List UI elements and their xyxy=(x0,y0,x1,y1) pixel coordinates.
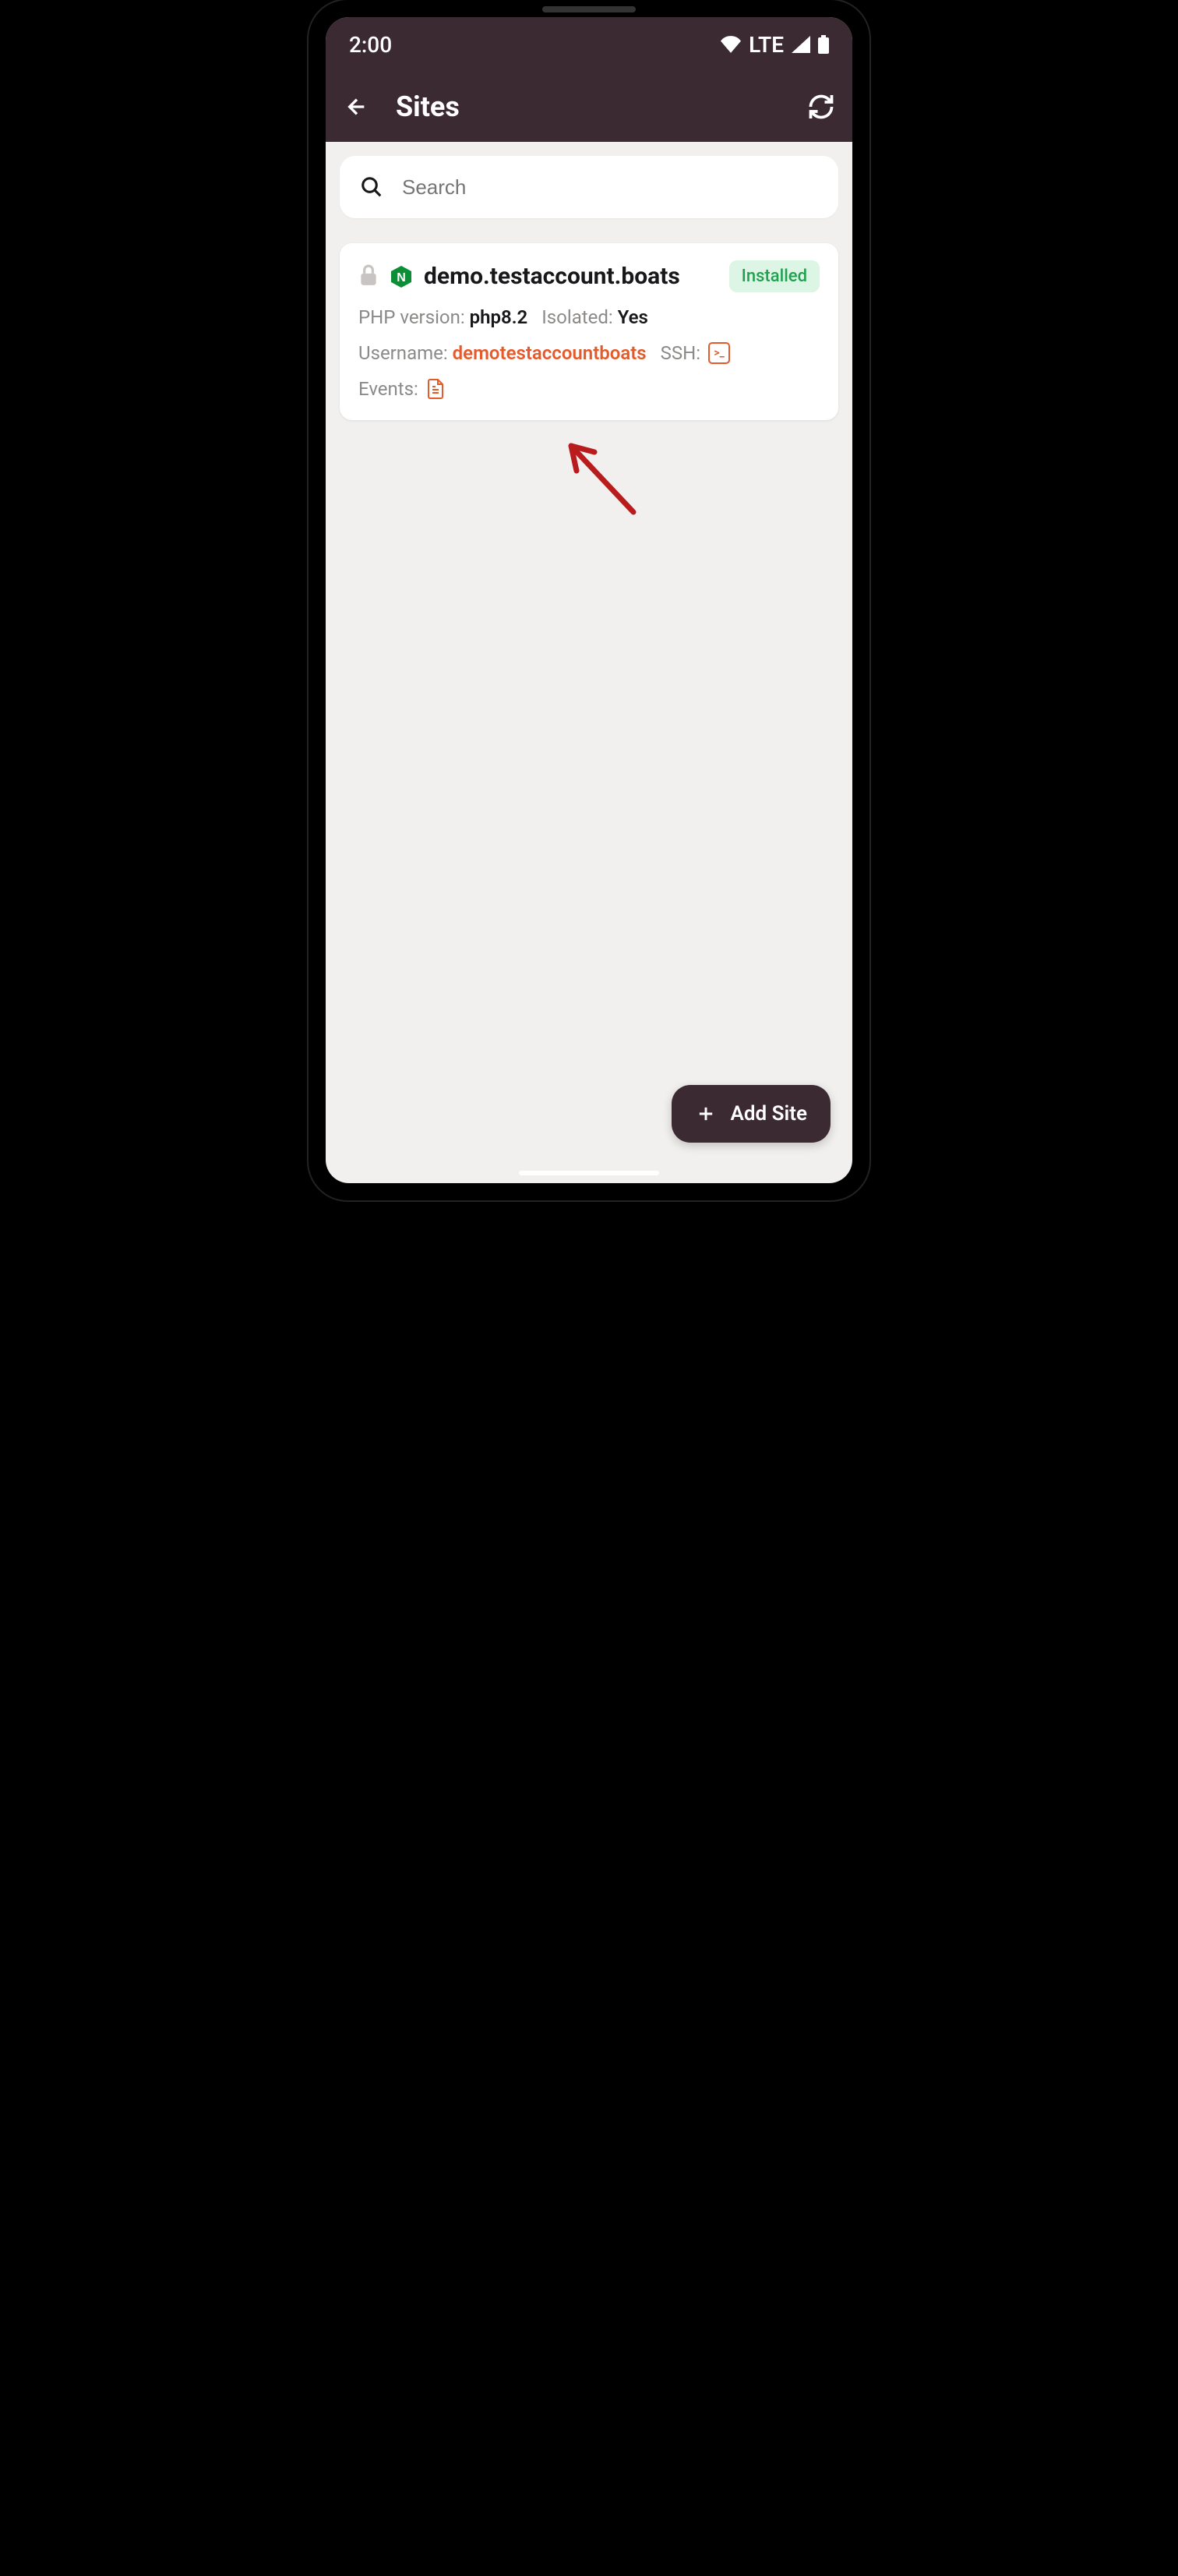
page-title: Sites xyxy=(396,90,806,123)
isolated-label: Isolated: xyxy=(541,306,612,328)
annotation-arrow xyxy=(559,438,653,532)
nginx-icon: N xyxy=(390,265,413,288)
screen: 2:00 LTE Sites xyxy=(326,17,852,1183)
ssh-label: SSH: xyxy=(661,342,700,364)
svg-text:N: N xyxy=(397,271,406,284)
site-row-2: Username: demotestaccountboats SSH: >_ xyxy=(358,342,820,364)
isolated-value: Yes xyxy=(618,306,648,328)
username-label: Username: xyxy=(358,342,448,364)
status-indicators: LTE xyxy=(721,32,829,58)
site-row-1: PHP version: php8.2 Isolated: Yes xyxy=(358,306,820,328)
plus-icon xyxy=(695,1103,717,1125)
phone-frame: 2:00 LTE Sites xyxy=(309,0,869,1200)
add-site-button[interactable]: Add Site xyxy=(672,1085,831,1143)
content-area: N demo.testaccount.boats Installed PHP v… xyxy=(326,142,852,434)
home-indicator[interactable] xyxy=(519,1171,659,1175)
network-label: LTE xyxy=(749,32,784,58)
search-box[interactable] xyxy=(340,156,838,218)
status-badge: Installed xyxy=(729,260,820,292)
phone-notch xyxy=(542,6,636,12)
site-row-3: Events: xyxy=(358,378,820,400)
lock-icon xyxy=(358,263,379,290)
site-name: demo.testaccount.boats xyxy=(424,263,718,290)
terminal-icon[interactable]: >_ xyxy=(708,342,730,364)
battery-icon xyxy=(818,35,829,54)
username-value: demotestaccountboats xyxy=(453,342,647,364)
php-value: php8.2 xyxy=(470,306,528,328)
site-card-header: N demo.testaccount.boats Installed xyxy=(358,260,820,292)
arrow-left-icon xyxy=(344,94,369,119)
refresh-icon xyxy=(807,93,835,121)
refresh-button[interactable] xyxy=(806,91,837,122)
app-header: Sites xyxy=(326,72,852,142)
search-icon xyxy=(360,175,383,199)
events-label: Events: xyxy=(358,378,418,400)
fab-label: Add Site xyxy=(731,1102,807,1125)
search-input[interactable] xyxy=(402,175,818,200)
status-time: 2:00 xyxy=(349,32,392,58)
site-card[interactable]: N demo.testaccount.boats Installed PHP v… xyxy=(340,243,838,420)
status-bar: 2:00 LTE xyxy=(326,17,852,72)
document-icon[interactable] xyxy=(426,378,445,400)
wifi-icon xyxy=(721,36,741,53)
php-label: PHP version: xyxy=(358,306,465,328)
back-button[interactable] xyxy=(341,91,372,122)
signal-icon xyxy=(792,36,810,53)
